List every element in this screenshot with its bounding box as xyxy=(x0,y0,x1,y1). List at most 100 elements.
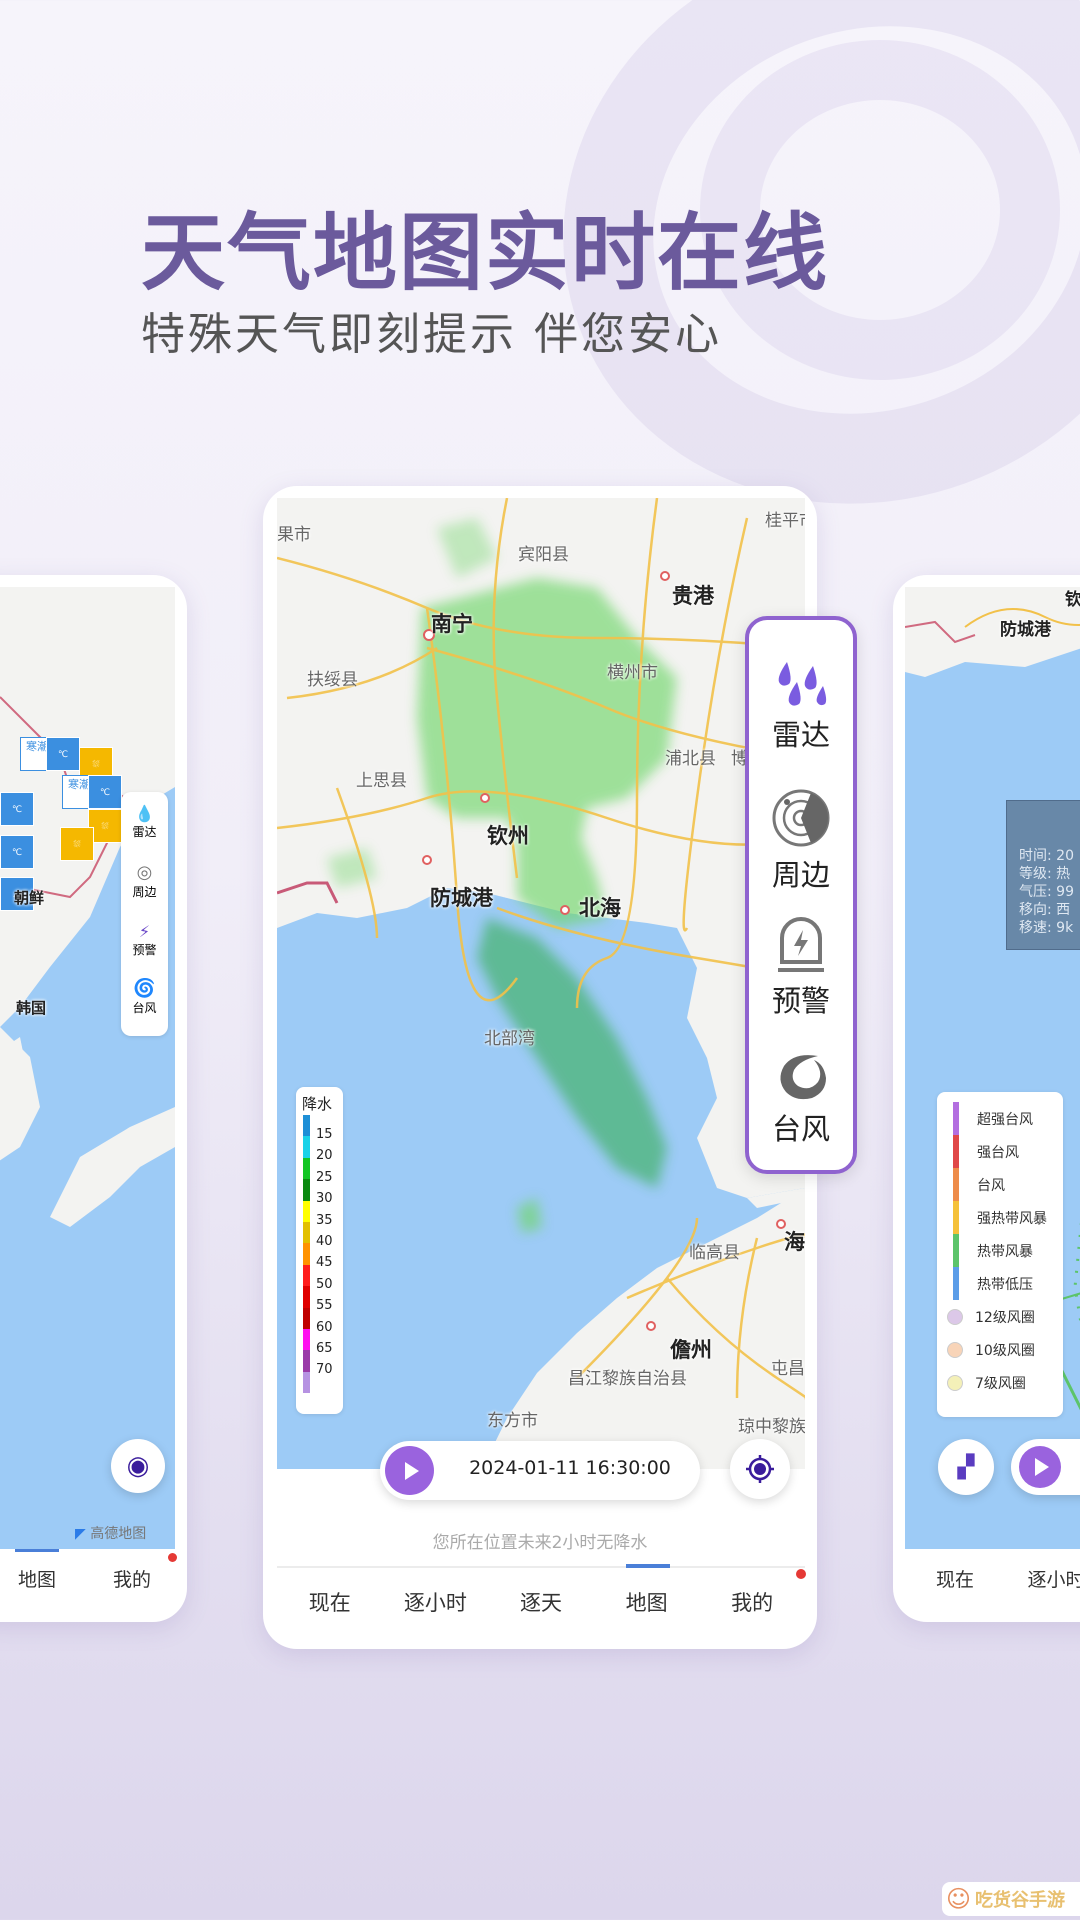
legend-color-circle xyxy=(947,1341,963,1358)
map-brand-label: 高德地图 xyxy=(90,1526,147,1542)
warning-marker-cold-wave[interactable]: ℃ xyxy=(0,835,34,869)
menu-item-nearby[interactable]: 周边 xyxy=(749,788,853,894)
raindrops-icon: 💧 xyxy=(134,804,155,823)
legend-label: 强台风 xyxy=(977,1144,1019,1161)
legend-label: 15 xyxy=(316,1127,333,1142)
tab-map[interactable]: 地图 xyxy=(5,1565,69,1592)
map-label: 海口 xyxy=(784,1230,805,1254)
map-label: 临高县 xyxy=(689,1243,740,1263)
play-icon xyxy=(404,1461,419,1480)
tab-mine[interactable]: 我的 xyxy=(100,1565,164,1592)
timeline-bar[interactable]: 2024-01-11 16:30:00 xyxy=(380,1441,700,1500)
left-menu-radar[interactable]: 💧 雷达 xyxy=(121,804,168,840)
locate-button[interactable]: ◉ xyxy=(111,1439,165,1493)
watermark-text: 吃货谷手游 xyxy=(975,1890,1066,1911)
left-menu-typhoon[interactable]: 🌀 台风 xyxy=(121,978,168,1016)
legend-label: 10级风圈 xyxy=(975,1342,1035,1359)
warning-label: 寒潮 xyxy=(68,778,90,791)
play-button[interactable] xyxy=(1019,1446,1061,1488)
legend-label: 7级风圈 xyxy=(975,1375,1026,1392)
legend-color-swatch xyxy=(303,1307,310,1329)
legend-color-circle xyxy=(947,1374,963,1391)
menu-label: 台风 xyxy=(771,1112,830,1146)
menu-label: 雷达 xyxy=(132,825,157,839)
legend-label: 55 xyxy=(316,1298,333,1314)
play-button[interactable] xyxy=(385,1446,434,1495)
menu-item-radar[interactable]: 雷达 xyxy=(749,660,853,754)
tab-hourly[interactable]: 逐小时 xyxy=(1011,1565,1080,1592)
legend-color-swatch xyxy=(303,1264,310,1287)
legend-color-swatch xyxy=(303,1222,310,1244)
page-subtitle: 特殊天气即刻提示 伴您安心 xyxy=(141,309,722,360)
map-label: 琼中黎族苗族自治县 xyxy=(738,1417,805,1437)
legend-color-swatch xyxy=(303,1179,310,1201)
legend-color-swatch xyxy=(303,1136,310,1158)
typhoon-info-box: 北部 时间: 20等级: 热气压: 99移向: 西移速: 9k xyxy=(1006,800,1080,950)
right-phone-card: 钦州 防城港 东方 北部 时间: 20等级: 热气压: 99移向: 西移速: 9… xyxy=(893,575,1080,1622)
legend-color-bar xyxy=(953,1267,959,1300)
menu-item-typhoon[interactable]: 台风 xyxy=(749,1052,853,1148)
legend-color-bar xyxy=(953,1234,959,1267)
warning-marker-cold-wave[interactable]: ℃ xyxy=(0,792,34,826)
raindrops-icon xyxy=(778,662,827,706)
warning-label: 寒潮 xyxy=(26,740,48,753)
timeline-bar[interactable] xyxy=(1011,1439,1080,1495)
map-label: 扶绥县 xyxy=(307,670,358,690)
map-label: 防城港 xyxy=(1000,620,1051,640)
info-key: 等级: xyxy=(1019,866,1052,882)
legend-label: 12级风圈 xyxy=(975,1309,1035,1326)
map-label: 桂平市 xyxy=(765,511,805,531)
typhoon-legend-item: 台风 xyxy=(947,1168,1063,1201)
legend-color-bar xyxy=(953,1135,959,1168)
tab-now[interactable]: 现在 xyxy=(923,1565,987,1592)
typhoon-legend-item: 超强台风 xyxy=(947,1102,1063,1135)
right-map[interactable]: 钦州 防城港 东方 北部 时间: 20等级: 热气压: 99移向: 西移速: 9… xyxy=(905,587,1080,1549)
warning-marker-cold-wave[interactable]: ℃ xyxy=(46,737,80,771)
locate-button[interactable] xyxy=(730,1439,790,1499)
legend-label: 20 xyxy=(316,1148,333,1164)
tab-indicator xyxy=(626,1564,670,1568)
tab-mine[interactable]: 我的 xyxy=(699,1587,805,1617)
tab-hourly[interactable]: 逐小时 xyxy=(383,1587,489,1617)
legend-color-bar xyxy=(953,1102,959,1135)
warning-marker-cold-wave[interactable]: ℃ xyxy=(88,775,122,809)
info-value: 热 xyxy=(1056,866,1071,882)
tab-daily[interactable]: 逐天 xyxy=(488,1587,594,1617)
tab-map[interactable]: 地图 xyxy=(594,1587,700,1617)
precipitation-legend: 降水 15 20 25 30 35 40 45 50 55 60 65 70 xyxy=(296,1087,343,1414)
map-label: 贵港 xyxy=(672,584,714,608)
menu-label: 预警 xyxy=(132,943,157,957)
typhoon-legend-item: 7级风圈 xyxy=(947,1366,1063,1399)
page-title: 天气地图实时在线 xyxy=(141,204,830,302)
typhoon-legend-item: 热带风暴 xyxy=(947,1234,1063,1267)
menu-label: 周边 xyxy=(771,858,830,892)
map-layer-menu: 雷达 周边 预警 台风 xyxy=(745,616,857,1174)
tab-divider xyxy=(277,1566,805,1568)
left-map[interactable]: 寒潮 ℃ ⛆ 寒潮 ℃ ⛆ ℃ ⛆ ℃ ⚠ 朝鲜 韩国 💧 雷达 ◎ 周边 ⚡ 预警 … xyxy=(0,587,175,1549)
gaode-logo-icon: ◤ xyxy=(75,1526,86,1542)
map-label: 朝鲜 xyxy=(14,889,45,907)
info-row: 等级: 热 xyxy=(1019,865,1080,883)
info-row: 气压: 99 xyxy=(1019,883,1080,901)
menu-label: 预警 xyxy=(771,984,830,1018)
left-map-shapes xyxy=(0,587,175,1227)
left-menu-warning[interactable]: ⚡ 预警 xyxy=(121,922,168,958)
left-menu-nearby[interactable]: ◎ 周边 xyxy=(121,862,168,900)
tab-indicator xyxy=(15,1549,59,1552)
info-value: 20 xyxy=(1056,848,1074,864)
menu-item-warning[interactable]: 预警 xyxy=(749,916,853,1020)
typhoon-legend-item: 10级风圈 xyxy=(947,1333,1063,1366)
typhoon-legend-item: 热带低压 xyxy=(947,1267,1063,1300)
legend-color-swatch xyxy=(303,1157,310,1180)
warning-marker-yellow[interactable]: ⛆ xyxy=(60,827,94,861)
tab-now[interactable]: 现在 xyxy=(277,1587,383,1617)
legend-color-swatch xyxy=(303,1350,310,1372)
info-value: 西 xyxy=(1056,902,1071,918)
legend-label: 45 xyxy=(316,1255,333,1271)
legend-label: 60 xyxy=(316,1319,333,1335)
map-label: 北海 xyxy=(579,896,621,920)
radar-map[interactable]: 果市宾阳县桂平市贵港南宁扶绥县横州市浦北县博上思县钦州防城港北海北部湾海口临高县… xyxy=(277,498,805,1469)
legend-label: 65 xyxy=(316,1341,333,1356)
legend-label: 热带低压 xyxy=(977,1276,1033,1293)
layers-button[interactable]: ▞ xyxy=(938,1439,994,1495)
